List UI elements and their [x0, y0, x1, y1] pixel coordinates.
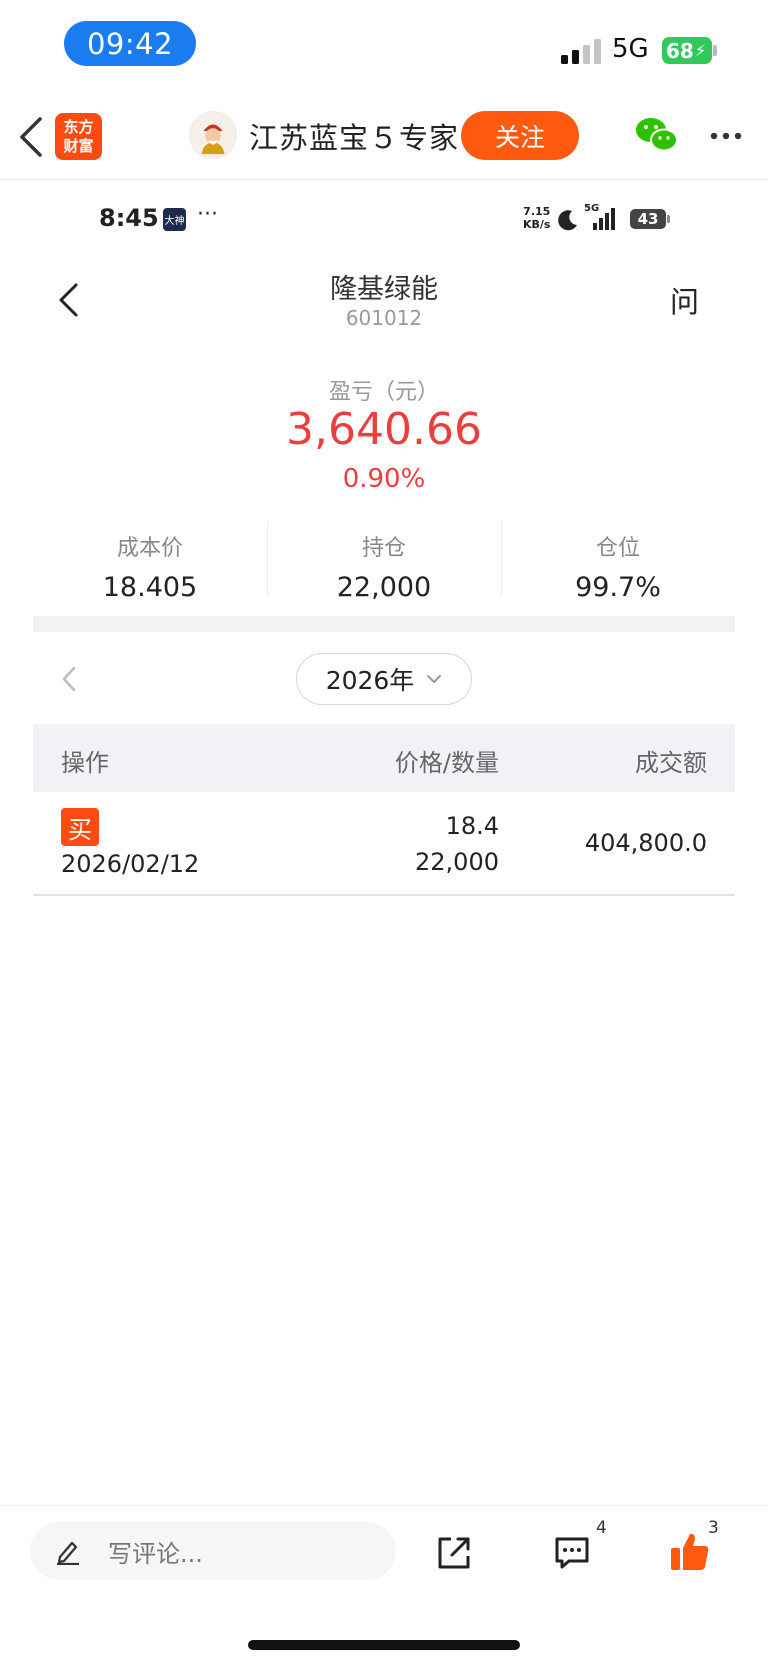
status-time: 09:42 — [64, 21, 196, 66]
trade-date: 2026/02/12 — [61, 850, 200, 878]
moon-icon — [558, 210, 577, 231]
pen-icon — [57, 1541, 79, 1565]
stat-label: 成本价 — [116, 536, 183, 561]
trade-table: 操作 价格/数量 成交额 买 2026/02/12 18.4 22,000 40… — [33, 724, 735, 896]
charging-icon: ⚡ — [694, 41, 707, 60]
stat-value: 99.7% — [575, 572, 661, 603]
table-header: 操作 价格/数量 成交额 — [33, 724, 735, 792]
inner-battery-tip — [667, 215, 670, 223]
status-bar: 09:42 5G 68 ⚡ — [0, 0, 768, 95]
pnl-percent: 0.90% — [342, 464, 426, 494]
comment-icon[interactable] — [553, 1534, 591, 1572]
stock-name: 隆基绿能 — [330, 274, 438, 305]
back-arrow-icon[interactable] — [16, 113, 48, 161]
stat-holding: 持仓 22,000 — [267, 520, 501, 603]
trade-quantity: 22,000 — [415, 848, 499, 876]
chevron-down-icon — [427, 675, 442, 683]
inner-battery-icon: 43 — [630, 209, 666, 229]
trade-price: 18.4 — [445, 812, 499, 840]
bottom-action-bar: 写评论... 4 3 — [0, 1505, 768, 1663]
pnl-value: 3,640.66 — [286, 404, 482, 455]
inner-speed-unit: KB/s — [523, 218, 551, 231]
ask-button[interactable]: 问 — [670, 279, 699, 321]
inner-dots: ··· — [197, 202, 218, 227]
brand-logo-line2: 财富 — [63, 136, 94, 155]
app-header: 东方 财富 江苏蓝宝５专家 关注 — [0, 95, 768, 180]
battery-icon: 68 ⚡ — [662, 37, 712, 64]
more-icon[interactable] — [709, 131, 743, 141]
column-header-action: 操作 — [61, 749, 109, 777]
avatar[interactable] — [189, 111, 237, 159]
pnl-label: 盈亏（元） — [328, 380, 439, 405]
stat-value: 22,000 — [336, 572, 432, 603]
inner-time: 8:45 — [99, 204, 159, 232]
brand-logo-line1: 东方 — [63, 117, 94, 136]
account-name[interactable]: 江苏蓝宝５专家 — [249, 115, 459, 157]
inner-speed: 7.15 KB/s — [523, 205, 550, 231]
comment-count: 4 — [596, 1518, 607, 1538]
inner-app-badge: 大神 — [163, 208, 186, 231]
inner-signal-icon — [593, 208, 615, 230]
previous-year-icon[interactable] — [59, 665, 79, 693]
column-header-amount: 成交额 — [635, 749, 707, 777]
trade-amount: 404,800.0 — [584, 829, 707, 857]
stat-position-ratio: 仓位 99.7% — [501, 520, 735, 603]
position-stats: 成本价 18.405 持仓 22,000 仓位 99.7% — [33, 520, 735, 603]
battery-level: 68 — [666, 38, 694, 63]
follow-button[interactable]: 关注 — [461, 111, 579, 160]
wechat-icon[interactable] — [635, 115, 679, 155]
thumbs-up-icon[interactable] — [668, 1530, 712, 1574]
home-indicator[interactable] — [248, 1640, 520, 1650]
stat-cost-price: 成本价 18.405 — [33, 520, 267, 603]
year-selector[interactable]: 2026年 — [296, 653, 472, 705]
inner-speed-value: 7.15 — [523, 205, 551, 218]
network-type: 5G — [612, 34, 649, 64]
stat-label: 仓位 — [595, 536, 640, 561]
stat-label: 持仓 — [361, 536, 406, 561]
column-header-price-quantity: 价格/数量 — [394, 749, 499, 777]
like-count: 3 — [708, 1518, 719, 1538]
share-icon[interactable] — [435, 1534, 473, 1572]
brand-logo[interactable]: 东方 财富 — [55, 113, 102, 160]
section-divider — [33, 616, 735, 632]
stock-code: 601012 — [345, 306, 423, 330]
buy-badge: 买 — [61, 808, 99, 846]
year-selector-label: 2026年 — [325, 666, 415, 695]
battery-tip — [713, 45, 717, 56]
table-row[interactable]: 买 2026/02/12 18.4 22,000 404,800.0 — [33, 792, 735, 896]
comment-input[interactable]: 写评论... — [30, 1522, 396, 1580]
inner-status-bar: 8:45 大神 ··· 7.15 KB/s 5G 43 — [0, 195, 768, 245]
comment-placeholder: 写评论... — [108, 1539, 203, 1568]
cellular-signal-icon — [561, 38, 601, 64]
stat-value: 18.405 — [102, 572, 198, 603]
